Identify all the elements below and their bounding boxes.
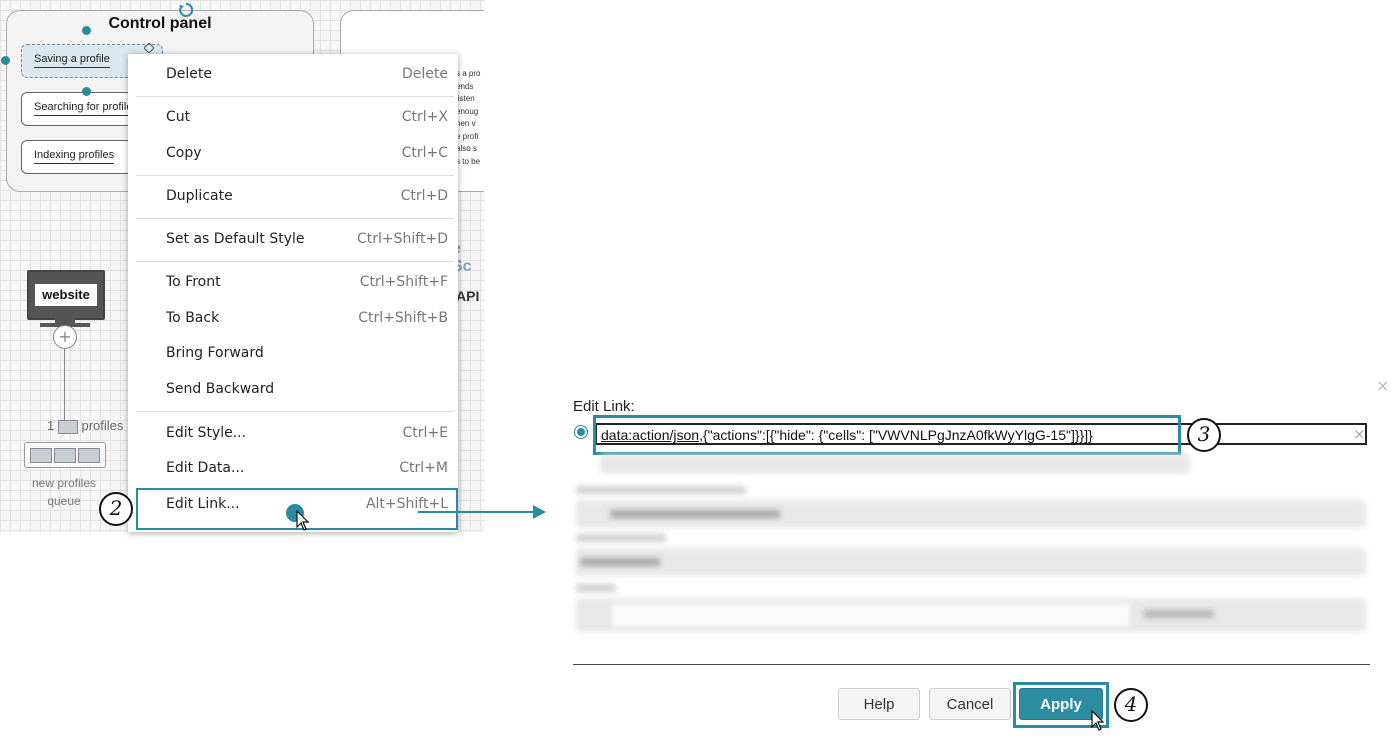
menu-item-label: Bring Forward xyxy=(166,345,264,361)
blurred-label xyxy=(610,510,780,518)
resize-handle-icon[interactable] xyxy=(144,43,154,53)
profiles-count-label: 1 profiles xyxy=(47,418,124,434)
add-icon[interactable]: + xyxy=(53,325,77,349)
context-menu: Delete Delete Cut Ctrl+X Copy Ctrl+C Dup… xyxy=(128,54,458,532)
menu-item-label: To Front xyxy=(166,274,221,290)
menu-item-shortcut: Ctrl+M xyxy=(399,460,448,476)
menu-item-label: Set as Default Style xyxy=(166,231,305,247)
blurred-label xyxy=(576,584,616,592)
menu-item-edit-style[interactable]: Edit Style... Ctrl+E xyxy=(128,421,458,449)
blurred-label xyxy=(580,558,660,566)
menu-separator xyxy=(136,175,454,176)
menu-item-to-front[interactable]: To Front Ctrl+Shift+F xyxy=(128,270,458,298)
menu-item-shortcut: Ctrl+D xyxy=(400,188,448,204)
envelope-icon xyxy=(30,448,52,463)
profiles-queue[interactable] xyxy=(24,442,106,468)
menu-item-shortcut: Ctrl+X xyxy=(401,109,448,125)
control-panel-title: Control panel xyxy=(108,15,212,32)
connection-point[interactable] xyxy=(82,87,91,96)
menu-item-label: Edit Style... xyxy=(166,425,247,441)
menu-item-label: Send Backward xyxy=(166,381,275,397)
menu-separator xyxy=(136,261,454,262)
cancel-button[interactable]: Cancel xyxy=(929,688,1011,720)
step-4-badge: 4 xyxy=(1114,688,1148,722)
menu-item-copy[interactable]: Copy Ctrl+C xyxy=(128,141,458,169)
menu-item-shortcut: Ctrl+E xyxy=(402,425,449,441)
blurred-label xyxy=(576,486,746,494)
flow-arrow xyxy=(418,511,536,513)
website-monitor-icon[interactable]: website xyxy=(27,270,105,320)
menu-item-set-default-style[interactable]: Set as Default Style Ctrl+Shift+D xyxy=(128,227,458,255)
description-text: s a pro ends listen enoug hen v e profi … xyxy=(456,69,481,166)
menu-item-shortcut: Ctrl+Shift+B xyxy=(358,310,448,326)
menu-item-shortcut: Ctrl+C xyxy=(401,145,448,161)
menu-item-to-back[interactable]: To Back Ctrl+Shift+B xyxy=(128,306,458,334)
service-box-label: Saving a profile xyxy=(34,53,110,68)
menu-item-label: To Back xyxy=(166,310,220,326)
step-3-badge: 3 xyxy=(1187,418,1221,452)
menu-separator xyxy=(136,96,454,97)
menu-item-label: Edit Data... xyxy=(166,460,245,476)
menu-separator xyxy=(136,218,454,219)
menu-item-shortcut: Delete xyxy=(402,66,448,82)
step-2-badge: 2 xyxy=(99,492,133,526)
envelope-icon xyxy=(57,419,78,434)
connection-point[interactable] xyxy=(82,26,91,35)
connection-point[interactable] xyxy=(1,56,10,65)
radio-selected-icon[interactable] xyxy=(574,425,588,439)
menu-item-cut[interactable]: Cut Ctrl+X xyxy=(128,105,458,133)
menu-item-duplicate[interactable]: Duplicate Ctrl+D xyxy=(128,184,458,212)
blurred-field xyxy=(610,602,1132,628)
envelope-icon xyxy=(54,448,76,463)
help-button[interactable]: Help xyxy=(838,688,920,720)
dialog-divider xyxy=(573,664,1370,665)
mouse-cursor-icon xyxy=(1091,710,1105,731)
rotate-handle-icon[interactable] xyxy=(178,2,194,18)
blurred-field xyxy=(600,454,1190,474)
menu-item-edit-data[interactable]: Edit Data... Ctrl+M xyxy=(128,456,458,484)
website-label: website xyxy=(35,284,97,306)
menu-item-label: Cut xyxy=(166,109,191,125)
menu-separator xyxy=(136,411,454,412)
menu-item-shortcut: Ctrl+Shift+F xyxy=(359,274,448,290)
menu-item-label: Duplicate xyxy=(166,188,233,204)
menu-item-delete[interactable]: Delete Delete xyxy=(128,62,458,90)
blurred-label xyxy=(1144,610,1214,618)
blurred-options-area xyxy=(570,452,1370,640)
menu-item-shortcut: Ctrl+Shift+D xyxy=(357,231,448,247)
service-box-label: Searching for profiles xyxy=(34,101,138,116)
service-box-label: Indexing profiles xyxy=(34,149,115,164)
menu-item-label: Delete xyxy=(166,66,212,82)
flow-arrow-head xyxy=(533,505,546,519)
link-input-highlight xyxy=(593,415,1181,455)
menu-item-send-backward[interactable]: Send Backward xyxy=(128,377,458,405)
menu-item-bring-forward[interactable]: Bring Forward xyxy=(128,341,458,369)
menu-item-label: Copy xyxy=(166,145,202,161)
api-fragment-label: API xyxy=(456,288,480,304)
blurred-field xyxy=(576,548,1366,576)
close-icon[interactable]: × xyxy=(1376,376,1389,395)
blurred-label xyxy=(576,534,666,542)
envelope-icon xyxy=(78,448,100,463)
edit-link-title: Edit Link: xyxy=(573,398,635,415)
clear-input-icon[interactable]: × xyxy=(1353,425,1366,443)
mouse-cursor-icon xyxy=(296,510,310,531)
